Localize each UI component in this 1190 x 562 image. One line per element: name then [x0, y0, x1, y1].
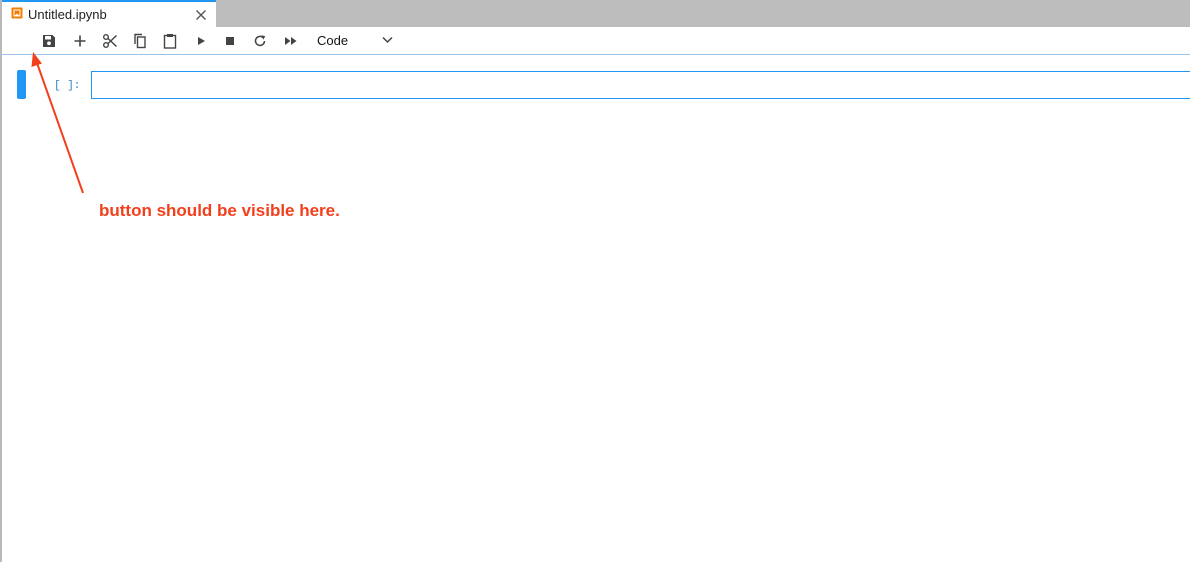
- save-icon: [43, 35, 55, 47]
- cell-type-dropdown[interactable]: Code: [314, 31, 398, 51]
- tab-untitled-notebook[interactable]: Untitled.ipynb: [2, 0, 216, 27]
- cut-button[interactable]: [101, 32, 119, 50]
- close-icon[interactable]: [195, 9, 207, 21]
- interrupt-button[interactable]: [221, 32, 239, 50]
- code-cell-input[interactable]: [91, 71, 1190, 99]
- copy-icon: [134, 33, 146, 49]
- copy-button[interactable]: [131, 32, 149, 50]
- paste-button[interactable]: [161, 32, 179, 50]
- chevron-down-icon: [382, 36, 393, 44]
- notebook-toolbar: Code: [2, 27, 1190, 55]
- scissors-icon: [103, 34, 117, 48]
- refresh-icon: [254, 35, 266, 47]
- run-all-button[interactable]: [282, 32, 300, 50]
- clipboard-icon: [163, 34, 177, 49]
- stop-icon: [226, 37, 234, 45]
- insert-cell-button[interactable]: [71, 32, 89, 50]
- fast-forward-icon: [285, 37, 297, 45]
- notebook-icon: [11, 7, 23, 19]
- tab-bar: Untitled.ipynb: [2, 0, 1190, 27]
- save-button[interactable]: [40, 32, 58, 50]
- plus-icon: [74, 35, 86, 47]
- annotation-text: button should be visible here.: [99, 201, 340, 220]
- run-button[interactable]: [192, 32, 210, 50]
- notebook-window: Untitled.ipynb Code []: button should b…: [0, 0, 1190, 562]
- play-icon: [198, 37, 205, 45]
- restart-button[interactable]: [251, 32, 269, 50]
- cell-type-label: Code: [317, 33, 349, 48]
- cell-prompt: [ ]:: [54, 80, 81, 92]
- tab-title: Untitled.ipynb: [28, 7, 107, 22]
- cell-collapser[interactable]: [17, 70, 26, 99]
